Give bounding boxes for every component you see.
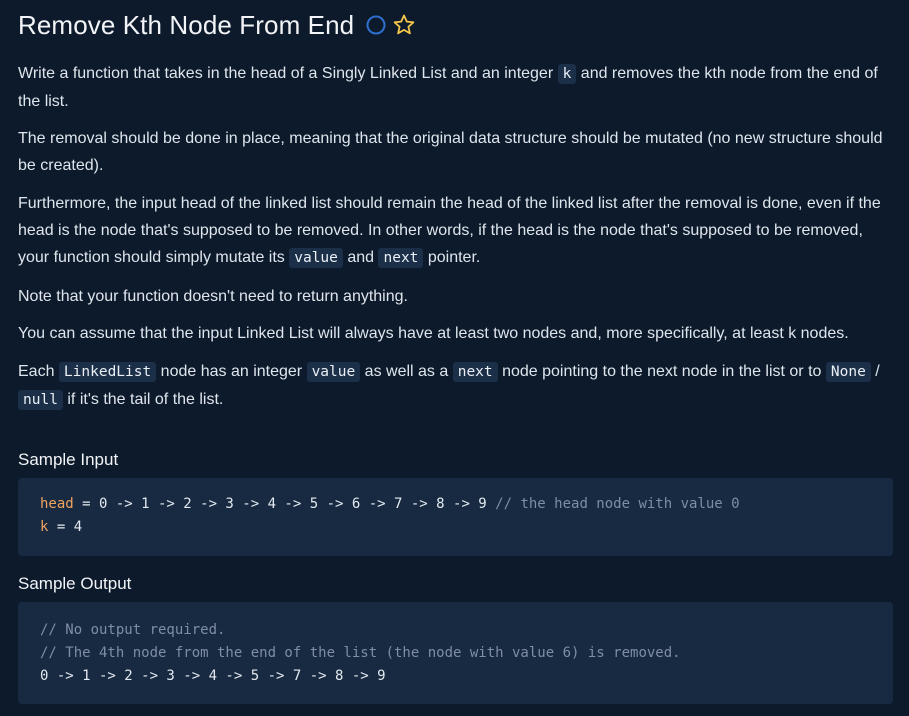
code-line: head = 0 -> 1 -> 2 -> 3 -> 4 -> 5 -> 6 -… bbox=[40, 496, 740, 512]
description-paragraph: Note that your function doesn't need to … bbox=[18, 288, 408, 305]
title-row: Remove Kth Node From End bbox=[18, 0, 893, 50]
code-comment-line: // No output required. bbox=[40, 622, 226, 638]
sample-input-heading: Sample Input bbox=[18, 450, 119, 469]
inline-code-none: None bbox=[825, 362, 871, 382]
description-paragraph: Write a function that takes in the head … bbox=[18, 64, 878, 110]
inline-code-value: value bbox=[306, 362, 361, 382]
inline-code-value: value bbox=[289, 248, 343, 268]
sample-output-heading: Sample Output bbox=[18, 574, 132, 593]
code-comment-line: // The 4th node from the end of the list… bbox=[40, 645, 681, 661]
code-line: k = 4 bbox=[40, 519, 83, 535]
description-paragraph: You can assume that the input Linked Lis… bbox=[18, 325, 849, 342]
inline-code-linkedlist: LinkedList bbox=[58, 362, 157, 382]
problem-page: Remove Kth Node From End Write a functio… bbox=[18, 0, 893, 704]
circle-outline-icon[interactable] bbox=[366, 15, 386, 35]
description-paragraph: Each LinkedList node has an integer valu… bbox=[18, 362, 880, 410]
description-paragraph: Furthermore, the input head of the linke… bbox=[18, 195, 881, 268]
page-title: Remove Kth Node From End bbox=[18, 9, 355, 40]
inline-code-null: null bbox=[18, 390, 63, 410]
inline-code-next: next bbox=[378, 248, 424, 268]
inline-code-next: next bbox=[452, 362, 498, 382]
code-line: 0 -> 1 -> 2 -> 3 -> 4 -> 5 -> 7 -> 8 -> … bbox=[40, 668, 386, 684]
sample-output-code-block: // No output required. // The 4th node fr… bbox=[18, 602, 893, 704]
inline-code-k: k bbox=[557, 64, 577, 84]
sample-input-code-block: head = 0 -> 1 -> 2 -> 3 -> 4 -> 5 -> 6 -… bbox=[18, 478, 893, 556]
description-paragraph: The removal should be done in place, mea… bbox=[18, 130, 883, 174]
star-outline-icon[interactable] bbox=[392, 13, 416, 37]
